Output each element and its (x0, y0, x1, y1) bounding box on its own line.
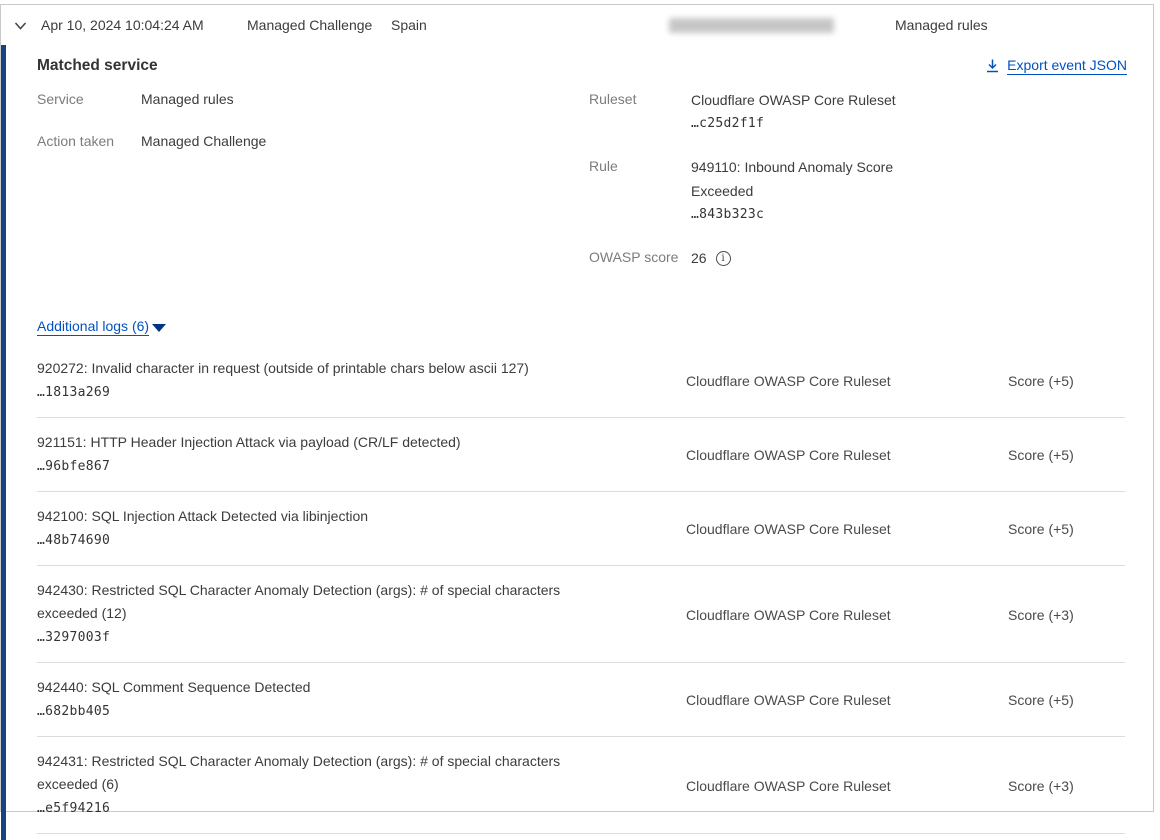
download-icon (985, 58, 1000, 74)
log-row: 942430: Restricted SQL Character Anomaly… (37, 566, 1125, 663)
log-rule-title: 942430: Restricted SQL Character Anomaly… (37, 579, 622, 625)
log-rule-id: …96bfe867 (37, 455, 686, 479)
log-ruleset-name: Cloudflare OWASP Core Ruleset (686, 676, 1008, 724)
redacted-value (669, 18, 834, 33)
rule-name: 949110: Inbound Anomaly Score Exceeded (691, 155, 931, 203)
firewall-event-expanded-row: Apr 10, 2024 10:04:24 AM Managed Challen… (0, 4, 1154, 812)
event-action: Managed Challenge (247, 5, 372, 45)
log-rule-id: …3297003f (37, 626, 686, 650)
event-country: Spain (391, 5, 427, 45)
field-value: Managed Challenge (141, 130, 266, 152)
log-rule-title: 921151: HTTP Header Injection Attack via… (37, 431, 622, 454)
event-service: Managed rules (895, 5, 988, 45)
log-rule-title: 920272: Invalid character in request (ou… (37, 357, 622, 380)
log-ruleset-name: Cloudflare OWASP Core Ruleset (686, 357, 1008, 405)
additional-logs-list: 920272: Invalid character in request (ou… (37, 344, 1125, 840)
log-row: 942440: SQL Comment Sequence Detected …6… (37, 663, 1125, 737)
rule-id: …843b323c (691, 203, 931, 227)
matched-service-grid: Service Managed rules Action taken Manag… (37, 88, 1127, 290)
panel-title: Matched service (37, 57, 158, 75)
log-score: Score (+5) (1008, 431, 1125, 479)
ruleset-name: Cloudflare OWASP Core Ruleset (691, 88, 931, 112)
log-score: Score (+5) (1008, 357, 1125, 405)
log-ruleset-name: Cloudflare OWASP Core Ruleset (686, 750, 1008, 821)
log-score: Score (+5) (1008, 676, 1125, 724)
log-row: 942100: SQL Injection Attack Detected vi… (37, 492, 1125, 566)
additional-logs-toggle[interactable]: Additional logs (6) (37, 318, 166, 336)
log-ruleset-name: Cloudflare OWASP Core Ruleset (686, 579, 1008, 650)
field-label: Action taken (37, 130, 141, 152)
log-score: Score (+5) (1008, 505, 1125, 553)
field-ruleset: Ruleset Cloudflare OWASP Core Ruleset …c… (589, 88, 1127, 136)
event-row-header[interactable]: Apr 10, 2024 10:04:24 AM Managed Challen… (1, 5, 1153, 45)
owasp-score-value: 26 (691, 246, 707, 270)
log-score: Score (+3) (1008, 750, 1125, 821)
field-owasp-score: OWASP score 26 i (589, 246, 1127, 270)
field-action-taken: Action taken Managed Challenge (37, 130, 589, 152)
field-value: Managed rules (141, 88, 234, 110)
field-label: Rule (589, 155, 691, 227)
field-label: Service (37, 88, 141, 110)
field-rule: Rule 949110: Inbound Anomaly Score Excee… (589, 155, 1127, 227)
log-row: 921151: HTTP Header Injection Attack via… (37, 418, 1125, 492)
log-rule-id: …e5f94216 (37, 797, 686, 821)
log-rule-id: …682bb405 (37, 700, 686, 724)
info-icon[interactable]: i (716, 251, 731, 266)
log-rule-title: 942431: Restricted SQL Character Anomaly… (37, 750, 622, 796)
field-label: OWASP score (589, 246, 691, 270)
chevron-down-icon[interactable] (12, 17, 29, 34)
export-event-json-link[interactable]: Export event JSON (985, 57, 1127, 75)
export-link-label: Export event JSON (1007, 57, 1127, 75)
additional-logs-label: Additional logs (6) (37, 318, 149, 336)
log-ruleset-name: Cloudflare OWASP Core Ruleset (686, 431, 1008, 479)
field-service: Service Managed rules (37, 88, 589, 110)
log-ruleset-name: Cloudflare OWASP Core Ruleset (686, 505, 1008, 553)
event-timestamp: Apr 10, 2024 10:04:24 AM (41, 5, 204, 45)
log-row: 920272: Invalid character in request (ou… (37, 344, 1125, 418)
log-row: 942431: Restricted SQL Character Anomaly… (37, 737, 1125, 834)
log-rule-title: 942100: SQL Injection Attack Detected vi… (37, 505, 622, 528)
field-label: Ruleset (589, 88, 691, 136)
log-rule-id: …1813a269 (37, 381, 686, 405)
triangle-down-icon (152, 324, 166, 332)
log-score: Score (+3) (1008, 579, 1125, 650)
event-detail-panel: Matched service Export event JSON Servic… (1, 45, 1153, 840)
log-rule-title: 942440: SQL Comment Sequence Detected (37, 676, 622, 699)
log-rule-id: …48b74690 (37, 529, 686, 553)
ruleset-id: …c25d2f1f (691, 112, 931, 136)
